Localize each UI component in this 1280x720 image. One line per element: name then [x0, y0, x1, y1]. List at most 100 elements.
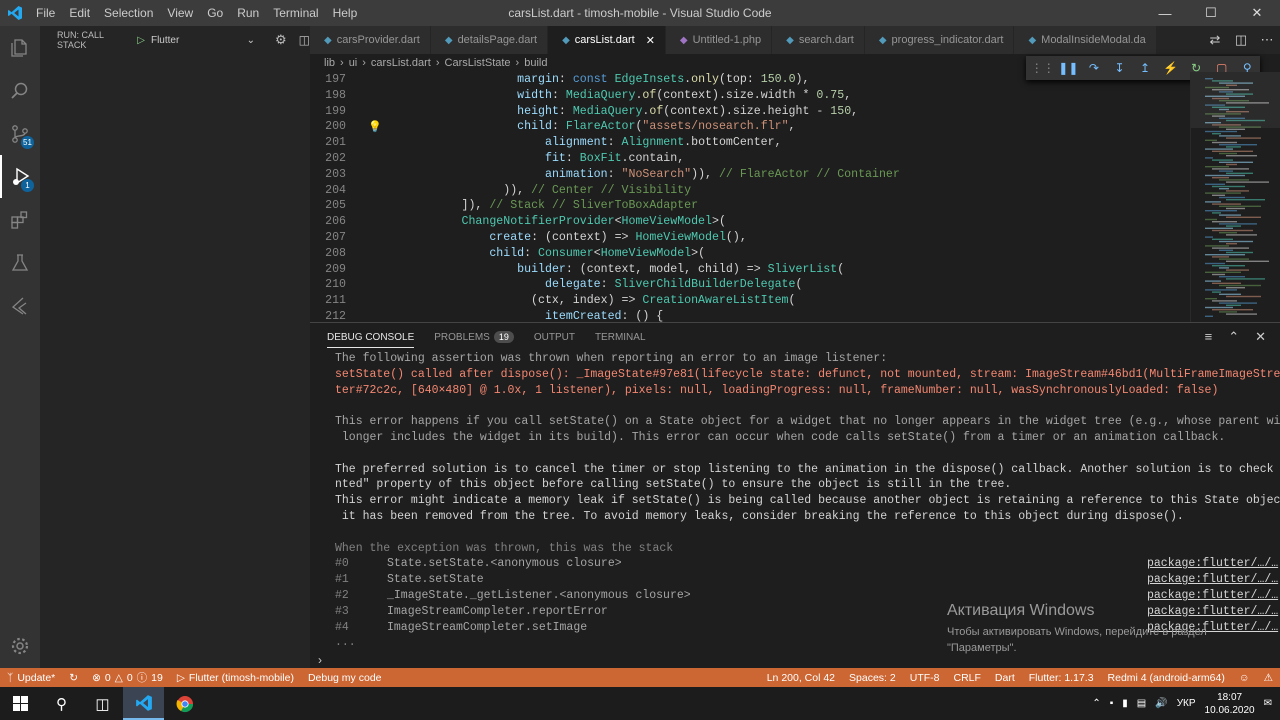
tab-label: progress_indicator.dart: [891, 34, 1004, 46]
drag-handle-icon[interactable]: ⋮⋮: [1030, 61, 1056, 75]
error-count: 0: [104, 671, 111, 684]
stack-frame-name: State.setState: [387, 573, 484, 587]
chevron-right-icon: ›: [515, 57, 520, 69]
menu-run[interactable]: Run: [231, 6, 267, 20]
taskbar-chrome-icon[interactable]: [164, 687, 205, 720]
battery-icon[interactable]: ▮: [1122, 698, 1128, 709]
search-icon[interactable]: [0, 69, 40, 112]
taskbar-search-icon[interactable]: ⚲: [41, 687, 82, 720]
console-line: When the exception was thrown, this was …: [335, 541, 674, 555]
more-actions-icon[interactable]: ⋯: [1254, 32, 1280, 48]
flutter-version[interactable]: Flutter: 1.17.3: [1022, 672, 1101, 684]
tab-modalinsidemodal[interactable]: ◆ ModalInsideModal.da: [1014, 26, 1157, 54]
start-debugging-icon[interactable]: ▷: [137, 35, 145, 46]
breadcrumb-item[interactable]: CarsListState: [445, 57, 511, 69]
code-line: itemCreated: () {: [544, 310, 664, 322]
minimap[interactable]: [1190, 72, 1280, 322]
maximize-panel-icon[interactable]: ⌃: [1228, 329, 1239, 345]
close-icon[interactable]: ✕: [1234, 0, 1280, 26]
encoding[interactable]: UTF-8: [903, 672, 947, 684]
watermark-line-1: Чтобы активировать Windows, перейдите в …: [947, 626, 1207, 638]
device-selector[interactable]: Redmi 4 (android-arm64): [1101, 672, 1232, 684]
tab-problems[interactable]: PROBLEMS 19: [434, 330, 514, 343]
tab-label: ModalInsideModal.da: [1041, 34, 1146, 46]
tab-progress-indicator[interactable]: ◆ progress_indicator.dart: [864, 26, 1015, 54]
clear-console-icon[interactable]: ≡: [1205, 329, 1213, 345]
console-line: setState() called after dispose(): _Imag…: [335, 367, 1280, 381]
explorer-icon[interactable]: [0, 26, 40, 69]
network-icon[interactable]: ▤: [1137, 698, 1146, 709]
menu-go[interactable]: Go: [201, 6, 231, 20]
line-number: 207: [325, 231, 346, 244]
pause-icon[interactable]: ❚❚: [1056, 61, 1082, 75]
menu-view[interactable]: View: [161, 6, 201, 20]
hot-reload-icon[interactable]: ⚡: [1158, 61, 1184, 75]
tab-output[interactable]: OUTPUT: [534, 332, 575, 343]
end-of-line[interactable]: CRLF: [946, 672, 987, 684]
run-debug-icon[interactable]: 1: [0, 155, 40, 198]
minimap-preview: [1191, 72, 1280, 317]
step-out-icon[interactable]: ↥: [1132, 61, 1158, 75]
menu-terminal[interactable]: Terminal: [267, 6, 326, 20]
debug-mode-status[interactable]: Debug my code: [301, 672, 389, 684]
tab-label: Untitled-1.php: [692, 34, 762, 46]
breadcrumb-item[interactable]: ui: [349, 57, 358, 69]
branch-status[interactable]: ᛉ Update*: [0, 672, 62, 684]
stack-frame-name: State.setState.<anonymous closure>: [387, 557, 622, 571]
split-editor-icon[interactable]: ◫: [1228, 32, 1254, 48]
debug-session-status[interactable]: ▷ Flutter (timosh-mobile): [170, 672, 301, 684]
tab-search[interactable]: ◆ search.dart: [772, 26, 865, 54]
tray-app-icon[interactable]: ▪: [1110, 698, 1114, 709]
tab-debug-console[interactable]: DEBUG CONSOLE: [327, 327, 415, 348]
settings-gear-icon[interactable]: ⚙: [275, 32, 287, 48]
warning-count: 0: [126, 671, 133, 684]
editor-tabs: ◆ carsProvider.dart ◆ detailsPage.dart ◆ ca…: [310, 26, 1280, 54]
minimize-icon[interactable]: —: [1142, 0, 1188, 26]
taskbar-vscode-icon[interactable]: [123, 687, 164, 720]
step-over-icon[interactable]: ↷: [1081, 61, 1107, 75]
console-input-prompt[interactable]: ›: [318, 653, 322, 667]
tab-detailspage[interactable]: ◆ detailsPage.dart: [430, 26, 549, 54]
menu-help[interactable]: Help: [327, 6, 366, 20]
settings-gear-icon[interactable]: [0, 624, 40, 667]
source-control-icon[interactable]: 51: [0, 112, 40, 155]
language-mode[interactable]: Dart: [988, 672, 1022, 684]
breadcrumb-item[interactable]: carsList.dart: [371, 57, 431, 69]
launch-config-select[interactable]: Flutter ⌄: [150, 34, 255, 46]
close-panel-icon[interactable]: ✕: [1255, 329, 1266, 345]
code-editor[interactable]: 💡 197 margin: const EdgeInsets.only(top:…: [310, 72, 1190, 322]
cursor-position[interactable]: Ln 200, Col 42: [760, 672, 842, 684]
input-language[interactable]: УКР: [1177, 698, 1196, 709]
task-view-icon[interactable]: ◫: [82, 687, 123, 720]
debug-console-toggle-icon[interactable]: ◫: [299, 33, 310, 47]
indentation[interactable]: Spaces: 2: [842, 672, 903, 684]
console-line: This error might indicate a memory leak …: [335, 494, 1280, 508]
windows-start-icon[interactable]: [0, 687, 41, 720]
breadcrumb-item[interactable]: lib: [324, 57, 335, 69]
open-changes-icon[interactable]: ⇄: [1202, 32, 1228, 48]
menu-selection[interactable]: Selection: [98, 6, 161, 20]
extensions-icon[interactable]: [0, 198, 40, 241]
tab-carslist[interactable]: ◆ carsList.dart ✕: [548, 26, 666, 54]
tab-carsprovider[interactable]: ◆ carsProvider.dart: [310, 26, 431, 54]
step-into-icon[interactable]: ↧: [1107, 61, 1133, 75]
feedback-icon[interactable]: ☺: [1232, 672, 1257, 684]
volume-icon[interactable]: 🔊: [1155, 698, 1167, 709]
maximize-icon[interactable]: ☐: [1188, 0, 1234, 26]
action-center-icon[interactable]: ✉: [1264, 698, 1272, 709]
problems-status[interactable]: ⊗ 0 △ 0 ⓘ 19: [85, 670, 170, 685]
tab-untitled-php[interactable]: ◆ Untitled-1.php: [665, 26, 773, 54]
breadcrumb-item[interactable]: build: [524, 57, 547, 69]
menu-file[interactable]: File: [30, 6, 63, 20]
testing-flask-icon[interactable]: [0, 241, 40, 284]
stack-frame-link[interactable]: package:flutter/…/…: [1147, 556, 1278, 572]
tray-overflow-icon[interactable]: ⌃: [1092, 698, 1100, 709]
flutter-outline-icon[interactable]: [0, 284, 40, 327]
sync-icon[interactable]: ↻: [62, 672, 85, 684]
menu-edit[interactable]: Edit: [63, 6, 98, 20]
tab-terminal[interactable]: TERMINAL: [595, 332, 646, 343]
stack-frame-link[interactable]: package:flutter/…/…: [1147, 572, 1278, 588]
clock[interactable]: 18:07 10.06.2020: [1205, 691, 1255, 717]
notifications-bell-icon[interactable]: ⚠: [1257, 672, 1280, 684]
close-tab-icon[interactable]: ✕: [646, 34, 655, 47]
